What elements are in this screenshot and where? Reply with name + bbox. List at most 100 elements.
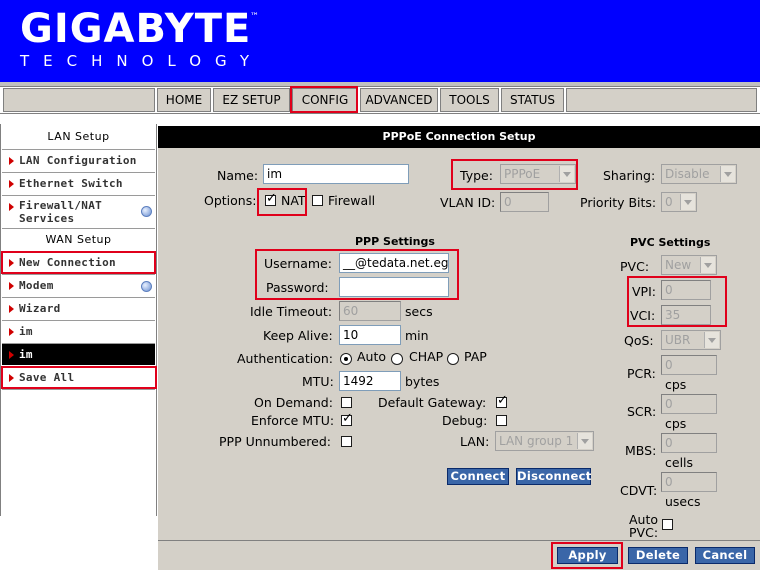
sidebar-item-label: New Connection [19,256,116,269]
sidebar-item-new-connection[interactable]: New Connection [2,251,155,273]
keep-alive-field[interactable]: 10 [339,325,401,345]
mbs-field[interactable]: 0 [661,433,717,453]
sidebar-item-wizard[interactable]: Wizard [2,297,155,319]
tab-config[interactable]: CONFIG [292,88,358,112]
debug-checkbox[interactable] [496,415,507,426]
lan-group-select[interactable]: LAN group 1 [495,431,594,451]
arrow-right-icon [9,374,14,382]
auth-chap-radio[interactable] [391,353,403,365]
vlan-id-field[interactable]: 0 [500,192,549,212]
tab-tools[interactable]: TOOLS [440,88,499,112]
idle-timeout-unit: secs [405,304,433,319]
cancel-button[interactable]: Cancel [695,547,755,564]
sidebar-item-im-active[interactable]: im [2,343,155,365]
name-label: Name: [217,168,259,183]
type-label: Type: [460,168,493,183]
sidebar-item-lan-configuration[interactable]: LAN Configuration [2,149,155,171]
pcr-field[interactable]: 0 [661,355,717,375]
scr-field[interactable]: 0 [661,394,717,414]
ppp-unnumbered-checkbox[interactable] [341,436,352,447]
username-field[interactable]: __@tedata.net.eg [339,253,449,273]
qos-select[interactable]: UBR [661,330,721,350]
vlan-id-label: VLAN ID: [440,195,496,210]
type-select[interactable]: PPPoE [500,164,576,184]
arrow-right-icon [9,305,14,313]
brand-tagline: TECHNOLOGY [20,52,264,70]
pvc-label: PVC: [620,259,650,274]
chevron-down-icon [700,257,715,273]
firewall-checkbox[interactable] [312,195,323,206]
disconnect-button[interactable]: Disconnect [516,468,591,485]
connect-button[interactable]: Connect [447,468,509,485]
chevron-down-icon [577,433,592,449]
apply-button[interactable]: Apply [557,547,618,564]
priority-bits-value: 0 [665,195,673,209]
pcr-label: PCR: [627,366,656,381]
tab-home[interactable]: HOME [157,88,211,112]
arrow-right-icon [9,157,14,165]
on-demand-checkbox[interactable] [341,397,352,408]
sidebar-footer [0,516,157,570]
sidebar-divider [2,389,155,390]
keep-alive-label: Keep Alive: [263,328,333,343]
tab-advanced[interactable]: ADVANCED [360,88,438,112]
auth-pap-radio[interactable] [447,353,459,365]
vci-field[interactable]: 35 [661,305,711,325]
lan-group-value: LAN group 1 [499,434,574,448]
default-gateway-checkbox[interactable] [496,393,508,408]
auto-pvc-checkbox[interactable] [662,519,673,530]
sidebar-item-label-line2: Services [19,212,75,225]
cdvt-field[interactable]: 0 [661,472,717,492]
nav-spacer-right [566,88,757,112]
nat-checkbox[interactable] [265,191,277,206]
name-field[interactable]: im [263,164,409,184]
ppp-settings-heading: PPP Settings [355,235,435,248]
sidebar-item-firewall-nat[interactable]: Firewall/NAT Services [2,195,155,227]
auth-chap-label: CHAP [409,349,444,364]
arrow-right-icon [9,180,14,188]
password-label: Password: [266,280,329,295]
sidebar-heading-wan: WAN Setup [2,228,155,251]
firewall-label: Firewall [328,193,376,208]
chevron-down-icon [559,166,574,182]
password-field[interactable] [339,277,449,297]
idle-timeout-label: Idle Timeout: [250,304,333,319]
enforce-mtu-checkbox[interactable] [341,411,353,426]
arrow-right-icon [9,328,14,336]
auth-auto-label: Auto [357,349,387,364]
sidebar-item-label: Modem [19,279,54,292]
brand-trademark: ™ [250,12,259,22]
pvc-select[interactable]: New [661,255,717,275]
debug-label: Debug: [442,413,488,428]
pvc-select-value: New [665,258,692,272]
sidebar-heading-lan: LAN Setup [47,130,110,143]
delete-button[interactable]: Delete [628,547,688,564]
authentication-label: Authentication: [237,351,333,366]
arrow-right-icon [9,282,14,290]
chevron-down-icon [680,194,695,210]
sidebar-item-save-all[interactable]: Save All [2,366,155,388]
ppp-unnumbered-label: PPP Unnumbered: [219,434,332,449]
mtu-label: MTU: [302,374,334,389]
auth-auto-radio[interactable] [340,353,352,365]
cdvt-label: CDVT: [620,483,658,498]
idle-timeout-field[interactable]: 60 [339,301,401,321]
priority-bits-select[interactable]: 0 [661,192,697,212]
on-demand-label: On Demand: [254,395,333,410]
chevron-down-icon [704,332,719,348]
auto-pvc-label-line2: PVC: [629,525,659,540]
sidebar-item-label: im [19,348,33,361]
mtu-field[interactable]: 1492 [339,371,401,391]
sidebar-item-modem[interactable]: Modem [2,274,155,296]
sidebar-item-im[interactable]: im [2,320,155,342]
type-select-value: PPPoE [504,167,541,181]
scr-unit: cps [665,416,687,431]
tab-ez-setup[interactable]: EZ SETUP [213,88,290,112]
arrow-right-icon [9,259,14,267]
tab-status[interactable]: STATUS [501,88,564,112]
mtu-unit: bytes [405,374,440,389]
sharing-select[interactable]: Disable [661,164,737,184]
vpi-field[interactable]: 0 [661,280,711,300]
pvc-settings-heading: PVC Settings [630,236,711,249]
sidebar-item-ethernet-switch[interactable]: Ethernet Switch [2,172,155,194]
